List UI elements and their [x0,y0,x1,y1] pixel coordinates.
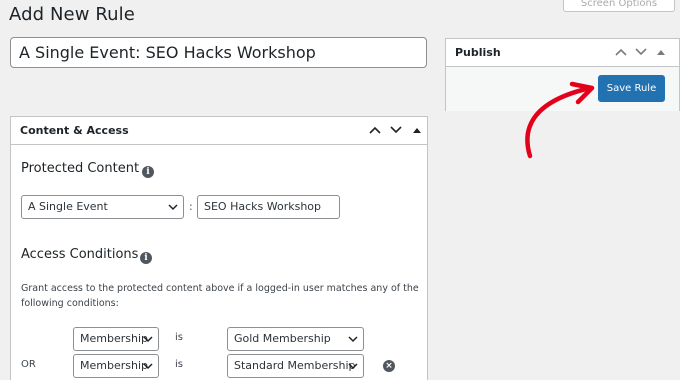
move-down-icon[interactable] [633,44,649,60]
condition-field-select[interactable]: Membership [73,327,159,351]
info-icon[interactable]: i [142,166,154,178]
move-down-icon[interactable] [388,122,404,138]
condition-value-select[interactable]: Gold Membership [227,327,364,351]
condition-connector: OR [21,359,36,370]
content-access-header: Content & Access [11,117,427,145]
info-icon[interactable]: i [140,252,152,264]
chevron-down-icon [348,363,358,370]
condition-field-selected: Membership [80,332,148,345]
condition-operator: is [175,359,183,370]
screen-options-tab[interactable]: Screen Options [563,0,675,12]
access-conditions-heading: Access Conditions [21,247,139,262]
condition-field-select[interactable]: Membership [73,354,159,378]
protected-content-heading: Protected Content [21,161,140,176]
condition-field-selected: Membership [80,359,148,372]
condition-value-select[interactable]: Standard Membership [227,354,364,378]
content-separator: : [189,200,193,213]
rule-title-input[interactable]: A Single Event: SEO Hacks Workshop [10,37,427,68]
content-access-box: Content & Access Protected Content i A S… [10,116,428,380]
chevron-down-icon [168,204,178,211]
annotation-arrow-icon [525,81,595,159]
publish-box-header: Publish [446,39,679,67]
chevron-down-icon [143,363,153,370]
move-up-icon[interactable] [367,122,383,138]
chevron-down-icon [143,336,153,343]
access-conditions-description: Grant access to the protected content ab… [21,283,419,309]
chevron-down-icon [348,336,358,343]
collapse-toggle-icon[interactable] [409,122,425,138]
condition-operator: is [175,332,183,343]
content-access-title: Content & Access [20,124,129,137]
save-rule-button[interactable]: Save Rule [598,75,665,102]
content-value-field[interactable]: SEO Hacks Workshop [197,195,340,219]
page-title: Add New Rule [9,4,135,25]
publish-box-title: Publish [455,46,501,59]
content-type-selected: A Single Event [28,200,108,213]
condition-value-selected: Gold Membership [234,332,331,345]
remove-condition-icon[interactable]: × [383,360,395,372]
condition-value-selected: Standard Membership [234,359,356,372]
collapse-toggle-icon[interactable] [653,44,669,60]
move-up-icon[interactable] [613,44,629,60]
content-type-select[interactable]: A Single Event [21,195,184,219]
